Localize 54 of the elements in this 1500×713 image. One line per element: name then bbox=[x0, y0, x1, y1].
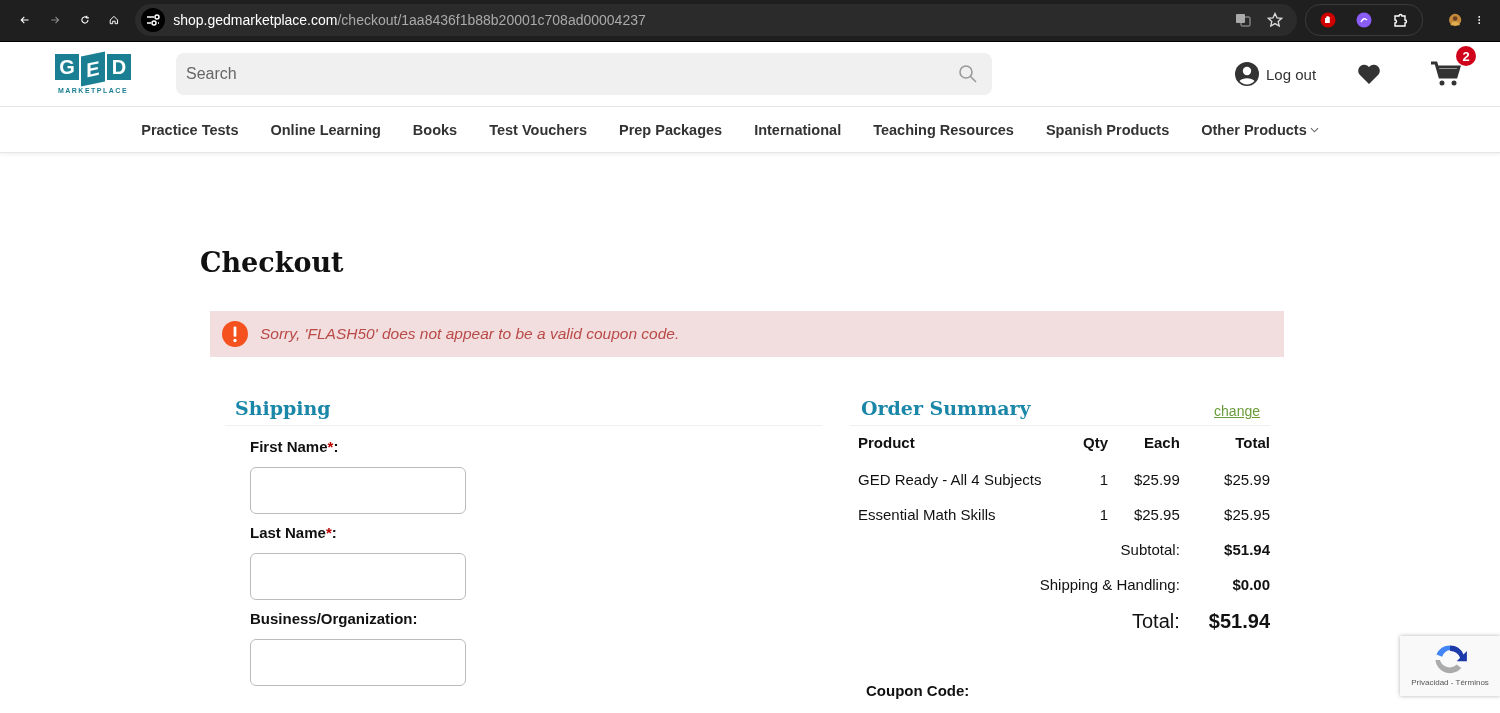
nav-link[interactable]: Test Vouchers bbox=[489, 121, 587, 138]
nav-link[interactable]: Practice Tests bbox=[141, 121, 239, 138]
nav-link[interactable]: Other Products bbox=[1201, 121, 1319, 138]
column-header: Product bbox=[858, 433, 916, 453]
total-value: $0.00 bbox=[1232, 576, 1270, 593]
column-header: Qty bbox=[1081, 433, 1108, 453]
exclamation-icon bbox=[222, 321, 248, 347]
table-cell: $25.95 bbox=[1108, 497, 1180, 532]
total-value: $51.94 bbox=[1224, 541, 1270, 558]
nav-link[interactable]: Books bbox=[412, 121, 458, 138]
column-header: Total bbox=[1234, 433, 1270, 453]
table-cell-text: Essential Math Skills bbox=[858, 505, 997, 525]
recaptcha-links[interactable]: Privacidad - Términos bbox=[1411, 678, 1489, 687]
table-cell: $25.99 bbox=[1179, 462, 1270, 497]
column-header: Each bbox=[1108, 426, 1180, 462]
nav-link[interactable]: International bbox=[754, 121, 842, 138]
extension-icon[interactable] bbox=[1356, 12, 1373, 28]
total-label: Subtotal: bbox=[1120, 541, 1180, 558]
nav-link[interactable]: Teaching Resources bbox=[873, 121, 1014, 138]
nav-link[interactable]: Prep Packages bbox=[618, 121, 723, 138]
input-field[interactable] bbox=[250, 467, 466, 514]
section-heading: Order Summary bbox=[861, 397, 1031, 419]
star-icon[interactable] bbox=[1267, 12, 1284, 28]
site-settings-icon[interactable] bbox=[141, 8, 166, 32]
table-cell-text: 1 bbox=[1098, 470, 1108, 490]
nav-link[interactable]: Spanish Products bbox=[1045, 121, 1170, 138]
table-cell-text: 1 bbox=[1098, 505, 1108, 525]
url-text: shop.gedmarketplace.com/checkout/1aa8436f1b88b20001c708ad00004237 bbox=[173, 12, 647, 28]
total-label: Shipping & Handling: bbox=[1039, 576, 1180, 593]
search-field[interactable]: Search bbox=[176, 53, 992, 95]
address-bar[interactable]: shop.gedmarketplace.com/checkout/1aa8436f1b88b20001c708ad00004237 bbox=[135, 4, 1298, 36]
field-label: First Name*: bbox=[250, 438, 340, 455]
page-title: Checkout bbox=[200, 247, 345, 278]
translate-icon[interactable] bbox=[1235, 12, 1252, 28]
field-label: Last Name*: bbox=[250, 524, 338, 541]
table-cell-text: GED Ready - All 4 Subjects bbox=[858, 470, 1043, 490]
logout-link[interactable]: Log out bbox=[1266, 65, 1317, 83]
table-cell: $25.99 bbox=[1108, 462, 1180, 497]
alert-message: Sorry, 'FLASH50' does not appear to be a valid coupon code. bbox=[260, 325, 680, 343]
nav-link[interactable]: Online Learning bbox=[270, 121, 381, 138]
grand-total-label: Total: bbox=[1132, 610, 1180, 632]
section-heading: Shipping bbox=[225, 397, 822, 426]
input-field[interactable] bbox=[250, 639, 466, 686]
heart-icon[interactable] bbox=[1356, 63, 1383, 85]
input-field[interactable] bbox=[250, 553, 466, 600]
recaptcha-badge[interactable]: Privacidad - Términos bbox=[1400, 636, 1500, 696]
field-label: Business/Organization: bbox=[250, 610, 419, 627]
coupon-label: Coupon Code: bbox=[866, 682, 971, 699]
user-icon[interactable] bbox=[1234, 61, 1260, 87]
puzzle-icon[interactable] bbox=[1392, 12, 1409, 28]
cart-icon[interactable] bbox=[1430, 60, 1463, 88]
table-cell: $25.95 bbox=[1179, 497, 1270, 532]
cart-count-badge: 2 bbox=[1456, 46, 1477, 66]
grand-total-value: $51.94 bbox=[1208, 610, 1270, 632]
